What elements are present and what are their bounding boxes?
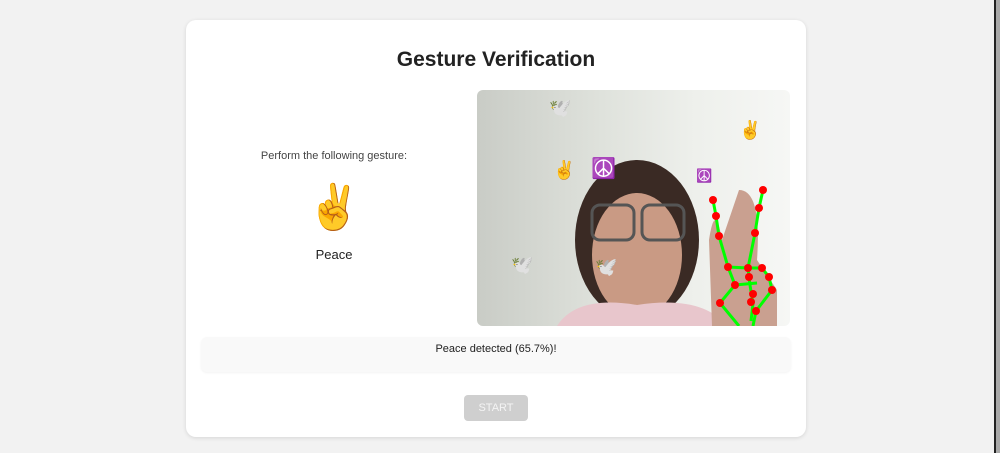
peace-symbol-icon: ☮️: [696, 168, 713, 183]
dove-icon: 🕊️: [549, 98, 572, 118]
scrollbar[interactable]: [994, 0, 1000, 453]
start-button[interactable]: START: [464, 395, 528, 421]
dove-icon: 🕊️: [595, 257, 618, 277]
dove-icon: 🕊️: [511, 255, 534, 275]
victory-hand-icon: ✌️: [553, 160, 576, 180]
status-panel: Peace detected (65.7%)!: [201, 337, 791, 372]
victory-hand-icon: ✌️: [739, 120, 762, 140]
peace-gesture-icon: ✌️: [306, 183, 362, 232]
gesture-name: Peace: [315, 247, 353, 262]
peace-symbol-icon: ☮️: [591, 158, 616, 180]
verification-card: Gesture Verification Perform the followi…: [186, 20, 806, 437]
status-text: Peace detected (65.7%)!: [435, 343, 557, 355]
webcam-feed: 🕊️ ✌️ ✌️ ☮️ ☮️ 🕊️ 🕊️: [477, 90, 790, 326]
gesture-prompt: Perform the following gesture:: [260, 150, 408, 162]
page-title: Gesture Verification: [396, 48, 596, 71]
